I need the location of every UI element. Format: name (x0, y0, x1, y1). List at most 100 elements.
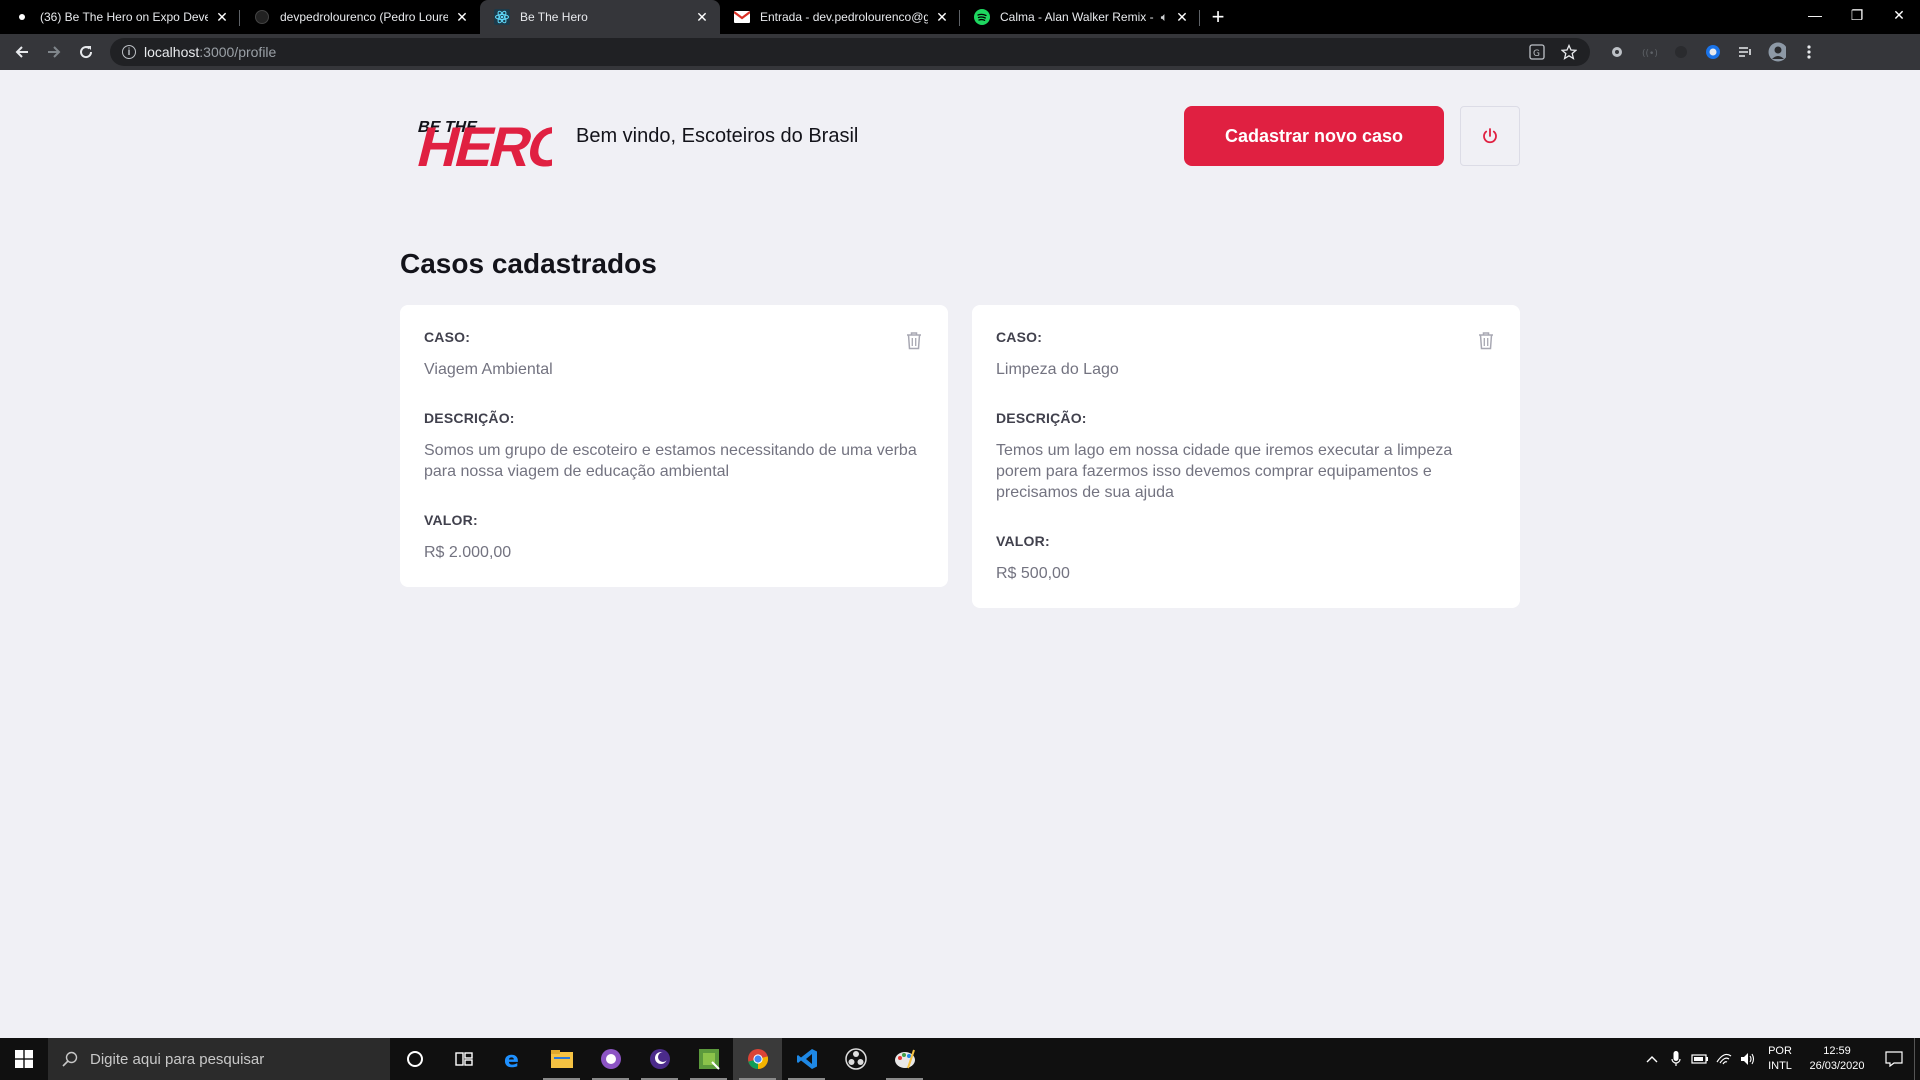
svg-text:HERO: HERO (411, 117, 552, 168)
page-header: BE THE HERO Bem vindo, Escoteiros do Bra… (400, 104, 1520, 179)
extension-blue-icon[interactable] (1704, 43, 1722, 61)
speaker-icon[interactable]: 🔈︎ (1161, 10, 1168, 25)
chrome-icon[interactable] (733, 1038, 782, 1080)
address-bar[interactable]: i localhost:3000/profile G (110, 38, 1590, 66)
logout-button[interactable] (1460, 106, 1520, 166)
android-studio-icon[interactable] (684, 1038, 733, 1080)
case-description: Temos um lago em nossa cidade que iremos… (996, 442, 1453, 501)
value-label: VALOR: (424, 512, 478, 528)
clock-date: 26/03/2020 (1809, 1060, 1865, 1072)
tab-spotify[interactable]: Calma - Alan Walker Remix - 🔈︎ ✕ (960, 0, 1200, 34)
description-label: DESCRIÇÃO: (424, 410, 515, 426)
react-icon (494, 9, 510, 25)
close-icon[interactable]: ✕ (454, 9, 470, 25)
expo-dot-icon (14, 9, 30, 25)
delete-case-button[interactable] (904, 329, 924, 351)
taskbar-search[interactable]: Digite aqui para pesquisar (48, 1038, 390, 1080)
windows-taskbar: Digite aqui para pesquisar e POR INTL 12… (0, 1038, 1920, 1080)
notification-center-icon[interactable] (1874, 1051, 1914, 1067)
minimize-button[interactable]: — (1794, 0, 1836, 30)
be-the-hero-logo: BE THE HERO (400, 104, 577, 179)
tab-gmail[interactable]: Entrada - dev.pedrolourenco@gm ✕ (720, 0, 960, 34)
reload-icon (80, 46, 93, 59)
menu-kebab-icon[interactable] (1800, 43, 1818, 61)
new-tab-button[interactable]: + (1200, 0, 1236, 34)
translate-icon[interactable]: G (1528, 43, 1546, 61)
media-control-icon[interactable] (1736, 43, 1754, 61)
clock-time: 12:59 (1823, 1045, 1851, 1057)
case-card: CASO: Viagem Ambiental DESCRIÇÃO: Somos … (400, 305, 948, 587)
tab-expo[interactable]: (36) Be The Hero on Expo Develo ✕ (0, 0, 240, 34)
url-host: localhost (144, 44, 200, 60)
browser-tab-strip: (36) Be The Hero on Expo Develo ✕ devped… (0, 0, 1920, 34)
show-desktop-button[interactable] (1914, 1038, 1920, 1080)
case-description: Somos um grupo de escoteiro e estamos ne… (424, 442, 917, 480)
task-view-icon[interactable] (439, 1038, 488, 1080)
eclipse-app-icon[interactable] (635, 1038, 684, 1080)
svg-text:((•)): ((•)) (1642, 49, 1657, 59)
close-icon[interactable]: ✕ (934, 9, 950, 25)
cortana-icon[interactable] (390, 1038, 439, 1080)
case-label: CASO: (996, 329, 1043, 345)
delete-case-button[interactable] (1476, 329, 1496, 351)
info-icon[interactable]: i (122, 45, 136, 59)
extension-gear-icon[interactable] (1608, 43, 1626, 61)
welcome-text: Bem vindo, Escoteiros do Brasil (576, 124, 859, 147)
spotify-icon (974, 9, 990, 25)
search-placeholder: Digite aqui para pesquisar (90, 1050, 265, 1068)
system-tray: POR INTL 12:59 26/03/2020 (1640, 1038, 1920, 1080)
browser-toolbar: i localhost:3000/profile G ((•)) (0, 34, 1920, 70)
vscode-icon[interactable] (782, 1038, 831, 1080)
tab-title: Calma - Alan Walker Remix - (1000, 10, 1154, 24)
case-label: CASO: (424, 329, 471, 345)
close-icon[interactable]: ✕ (694, 9, 710, 25)
svg-text:G: G (1533, 49, 1540, 59)
reload-button[interactable] (70, 36, 102, 68)
trash-icon (1479, 331, 1493, 349)
taskbar-apps: e (390, 1038, 929, 1080)
extension-cast-icon[interactable]: ((•)) (1640, 43, 1658, 61)
start-button[interactable] (0, 1038, 48, 1080)
close-window-button[interactable]: ✕ (1878, 0, 1920, 30)
back-button[interactable] (6, 36, 38, 68)
gmail-icon (734, 9, 750, 25)
page-title: Casos cadastrados (400, 248, 657, 279)
input-language[interactable]: POR INTL (1760, 1044, 1800, 1074)
new-case-button[interactable]: Cadastrar novo caso (1184, 106, 1444, 166)
restore-button[interactable]: ❐ (1836, 0, 1878, 30)
window-controls: — ❐ ✕ (1794, 0, 1920, 34)
file-explorer-icon[interactable] (537, 1038, 586, 1080)
clock[interactable]: 12:59 26/03/2020 (1800, 1044, 1874, 1074)
volume-icon[interactable] (1736, 1052, 1760, 1066)
power-icon (1483, 128, 1497, 144)
wifi-icon[interactable] (1712, 1052, 1736, 1066)
description-label: DESCRIÇÃO: (996, 410, 1087, 426)
case-card: CASO: Limpeza do Lago DESCRIÇÃO: Temos u… (972, 305, 1520, 608)
profile-avatar-icon[interactable] (1768, 42, 1786, 62)
bookmark-star-icon[interactable] (1560, 43, 1578, 61)
chevron-up-icon[interactable] (1640, 1055, 1664, 1063)
tab-github[interactable]: devpedrolourenco (Pedro Louren ✕ (240, 0, 480, 34)
lang-code: POR (1768, 1045, 1792, 1057)
battery-icon[interactable] (1688, 1053, 1712, 1065)
case-title: Viagem Ambiental (424, 361, 553, 378)
tab-be-the-hero[interactable]: Be The Hero ✕ (480, 0, 720, 34)
edge-icon[interactable]: e (488, 1038, 537, 1080)
case-title: Limpeza do Lago (996, 361, 1119, 378)
forward-button[interactable] (38, 36, 70, 68)
trash-icon (907, 331, 921, 349)
obs-icon[interactable] (831, 1038, 880, 1080)
case-value: R$ 2.000,00 (424, 544, 512, 561)
github-icon (254, 9, 270, 25)
windows-logo-icon (15, 1050, 33, 1068)
url-path: :3000/profile (199, 44, 277, 60)
value-label: VALOR: (996, 533, 1050, 549)
paint-icon[interactable] (880, 1038, 929, 1080)
extension-dark-icon[interactable] (1672, 43, 1690, 61)
case-value: R$ 500,00 (996, 565, 1070, 582)
github-desktop-icon[interactable] (586, 1038, 635, 1080)
close-icon[interactable]: ✕ (1174, 9, 1190, 25)
close-icon[interactable]: ✕ (214, 9, 230, 25)
arrow-right-icon (48, 46, 61, 58)
microphone-icon[interactable] (1664, 1051, 1688, 1067)
